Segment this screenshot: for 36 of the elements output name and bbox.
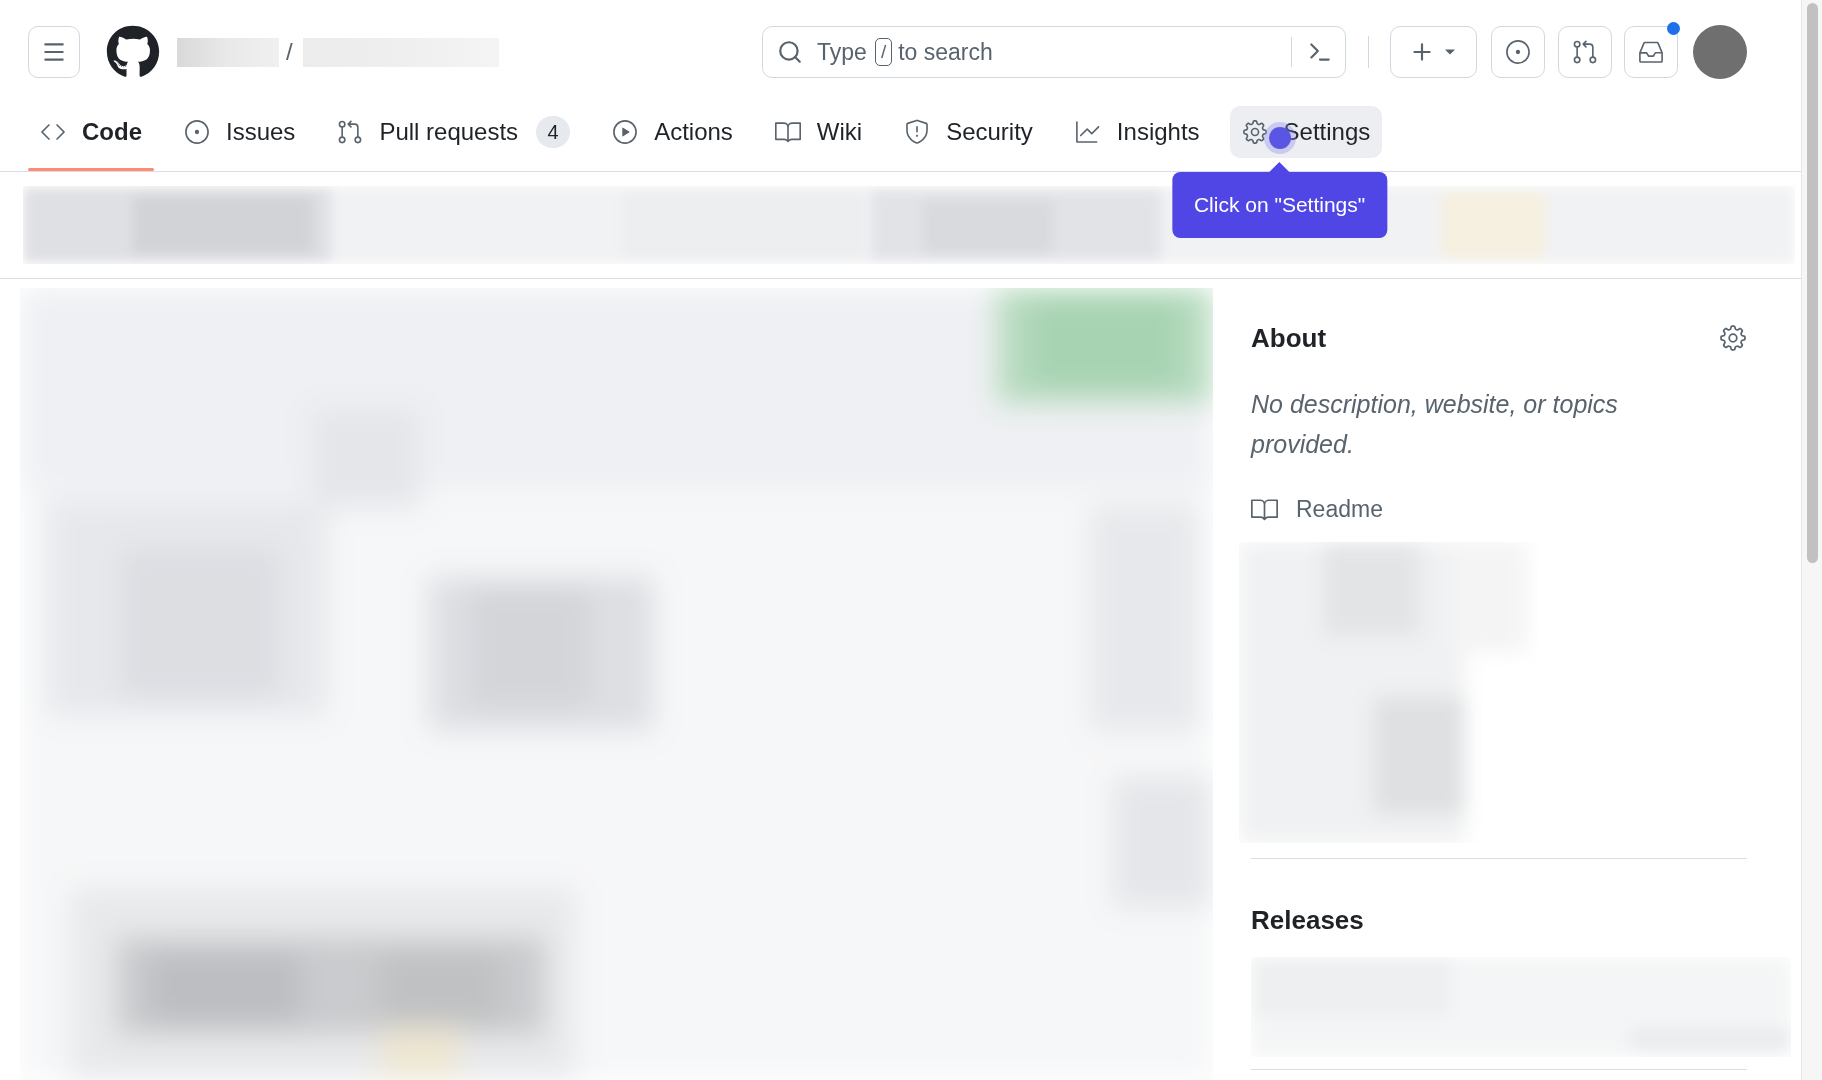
scrollbar-thumb[interactable] bbox=[1806, 3, 1818, 563]
settings-icon[interactable] bbox=[1719, 324, 1747, 352]
nav-tab[interactable]: Wiki bbox=[762, 106, 875, 158]
logo-icon[interactable] bbox=[106, 25, 160, 79]
readme-link[interactable]: Readme bbox=[1251, 494, 1383, 524]
pull-request-icon bbox=[337, 119, 364, 145]
about-heading: About bbox=[1251, 323, 1327, 353]
search-hint-text: Type bbox=[817, 38, 867, 66]
line-graph-icon bbox=[1074, 119, 1101, 145]
scrollbar[interactable] bbox=[1801, 0, 1822, 1080]
settings-icon bbox=[1241, 119, 1268, 145]
menu-button[interactable] bbox=[28, 26, 80, 78]
search-icon bbox=[777, 39, 803, 65]
search-hint-text: to search bbox=[898, 38, 993, 66]
book-icon bbox=[774, 119, 801, 145]
nav-tab[interactable]: Actions bbox=[600, 106, 745, 158]
count-pill: 4 bbox=[536, 116, 571, 148]
nav-tab[interactable]: Issues bbox=[172, 106, 308, 158]
tooltip: Click on "Settings" bbox=[1171, 172, 1388, 238]
tooltip-pointer-icon bbox=[1269, 162, 1290, 172]
releases-heading: Releases bbox=[1251, 905, 1365, 935]
avatar[interactable] bbox=[1693, 25, 1747, 79]
about-description: No description, website, or topics provided. bbox=[1251, 389, 1619, 460]
search-field[interactable]: Type / to search bbox=[762, 26, 1346, 78]
nav-tab[interactable]: Insights bbox=[1062, 106, 1212, 158]
nav-tab[interactable]: Code bbox=[28, 106, 154, 158]
nav-tab[interactable]: Pull requests 4 bbox=[325, 106, 583, 158]
issues-button[interactable] bbox=[1491, 26, 1545, 78]
shortcut-key: / bbox=[874, 38, 893, 66]
pull-request-icon bbox=[1572, 39, 1598, 65]
breadcrumb-separator: / bbox=[286, 37, 293, 67]
nav-tab[interactable]: Settings bbox=[1229, 106, 1383, 158]
nav-tab[interactable]: Security bbox=[892, 106, 1045, 158]
shield-icon bbox=[904, 119, 931, 145]
pull-requests-button[interactable] bbox=[1558, 26, 1612, 78]
inbox-icon bbox=[1638, 39, 1664, 65]
